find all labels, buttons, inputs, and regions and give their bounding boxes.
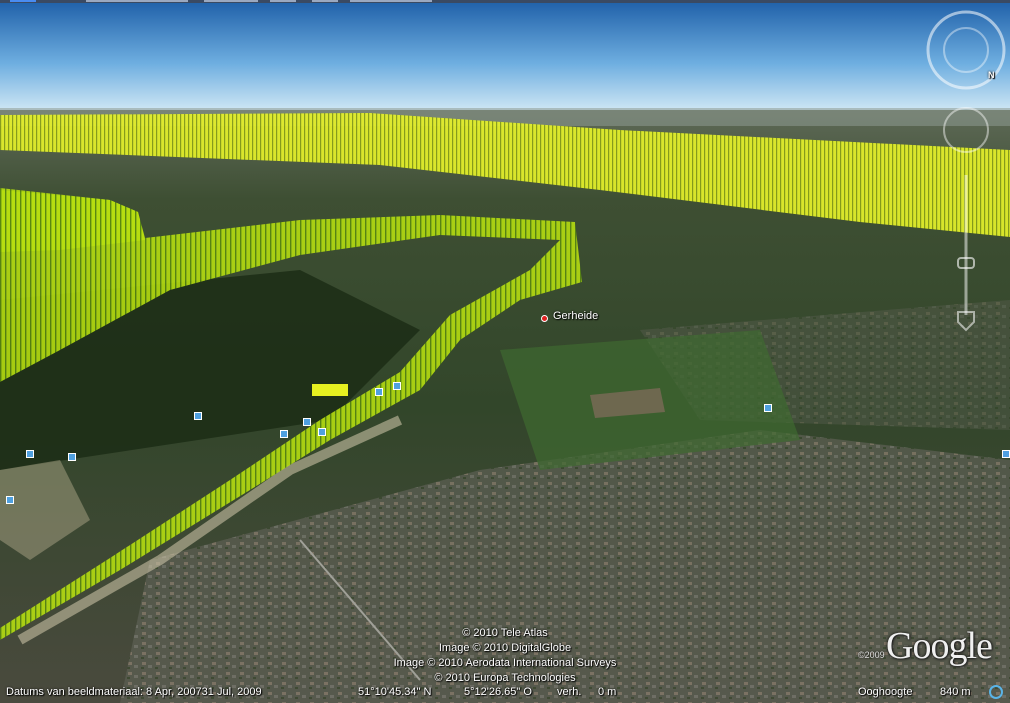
photo-icon[interactable] — [303, 418, 311, 426]
logo-year: ©2009 — [858, 650, 885, 660]
eye-altitude-label: Ooghoogte — [858, 686, 913, 698]
photo-icon[interactable] — [318, 428, 326, 436]
elevation-label: verh. — [557, 686, 582, 698]
compass-north-label: N — [988, 70, 995, 80]
track-marker — [312, 384, 348, 396]
attribution-line: Image © 2010 DigitalGlobe — [438, 642, 572, 654]
place-label[interactable]: Gerheide — [553, 310, 598, 322]
top-toolbar-strip — [0, 0, 1010, 3]
elevation-value: 0 m — [598, 686, 617, 698]
sky — [0, 0, 1010, 115]
photo-icon[interactable] — [280, 430, 288, 438]
eye-altitude-value: 840 m — [940, 686, 971, 698]
photo-icon[interactable] — [68, 453, 76, 461]
attribution-line: Image © 2010 Aerodata International Surv… — [393, 657, 617, 669]
photo-icon[interactable] — [194, 412, 202, 420]
longitude: 5°12'26.65" O — [464, 686, 532, 698]
map-3d-view[interactable] — [0, 0, 1010, 703]
photo-icon[interactable] — [393, 382, 401, 390]
google-logo: Google — [886, 625, 993, 667]
latitude: 51°10'45.34" N — [358, 686, 432, 698]
photo-icon[interactable] — [764, 404, 772, 412]
imagery-dates: Datums van beeldmateriaal: 8 Apr, 200731… — [6, 686, 262, 698]
status-bar: Datums van beeldmateriaal: 8 Apr, 200731… — [0, 684, 1010, 703]
attribution-line: © 2010 Tele Atlas — [462, 627, 548, 639]
photo-icon[interactable] — [375, 388, 383, 396]
photo-icon[interactable] — [6, 496, 14, 504]
place-marker-icon[interactable] — [541, 315, 548, 322]
photo-icon[interactable] — [26, 450, 34, 458]
photo-icon[interactable] — [1002, 450, 1010, 458]
attribution: © 2010 Tele Atlas Image © 2010 DigitalGl… — [370, 626, 640, 686]
